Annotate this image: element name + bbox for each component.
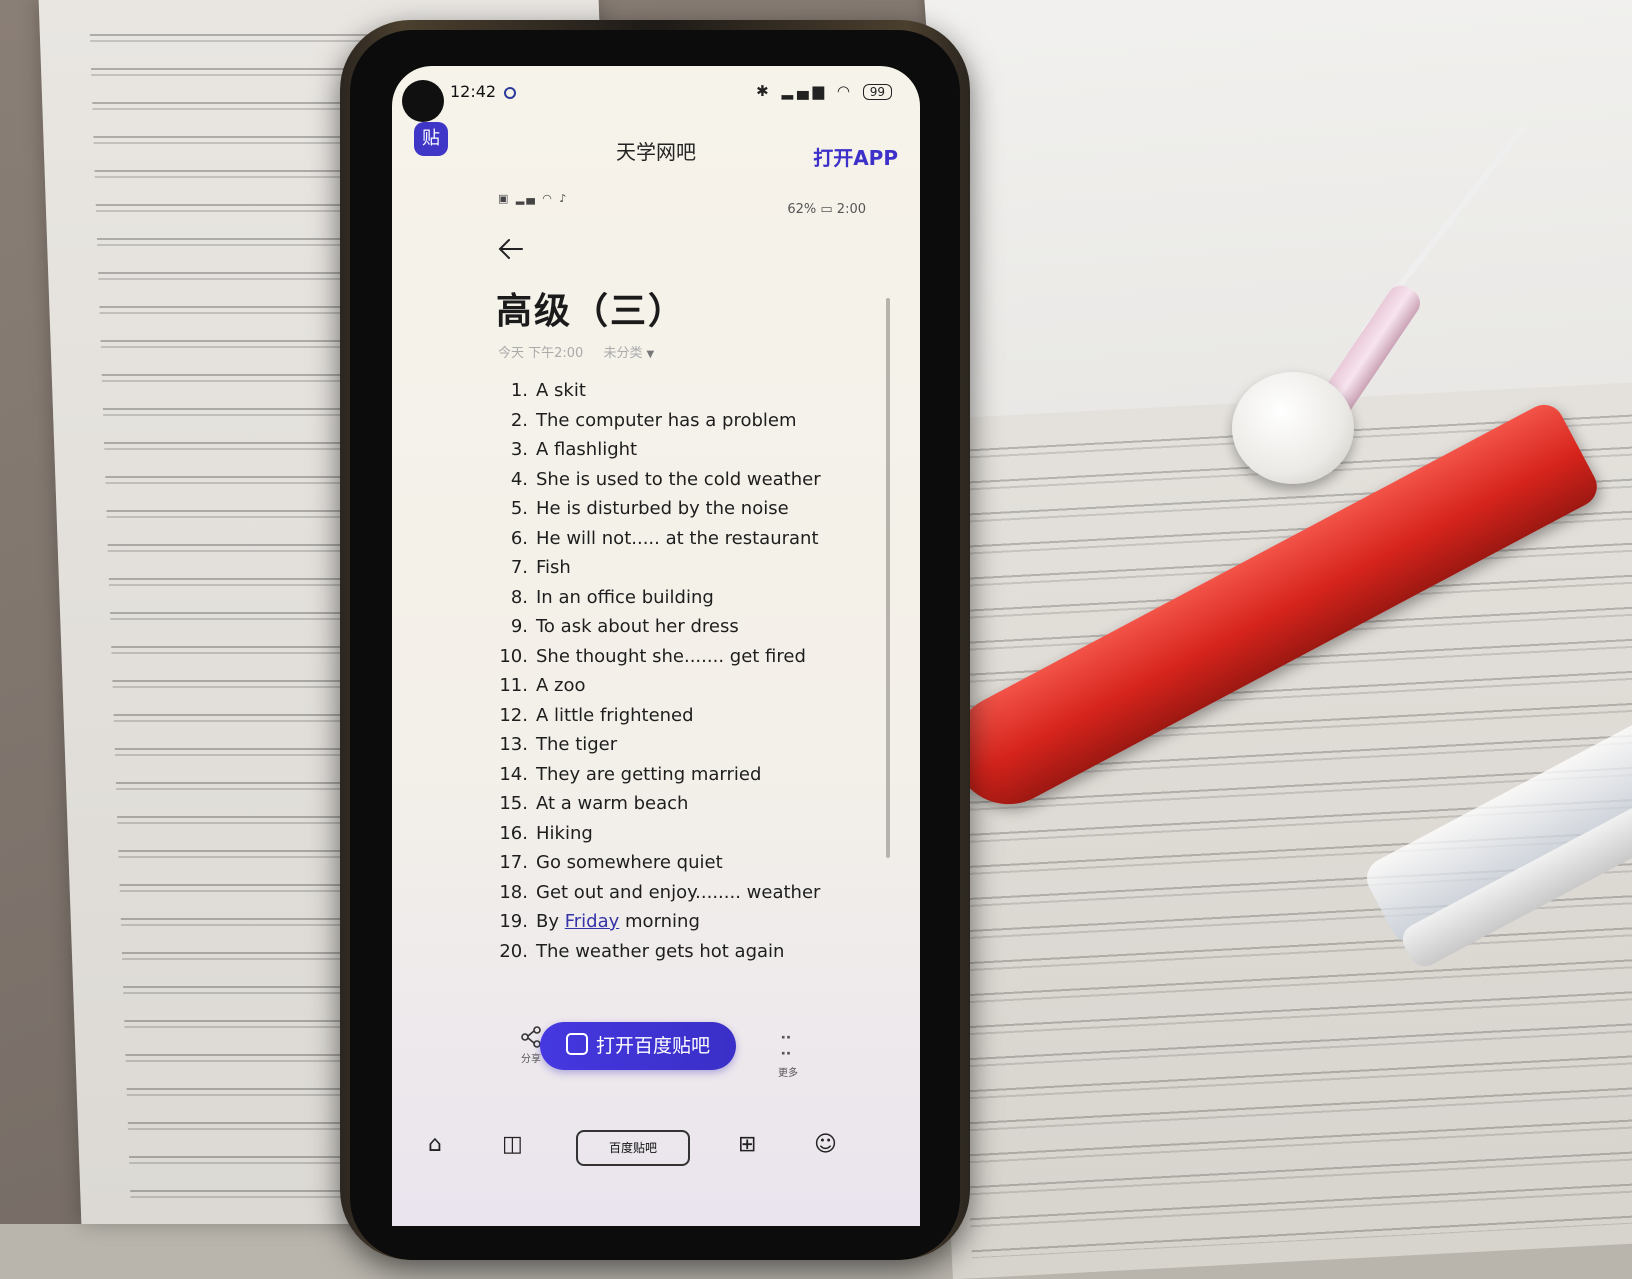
bluetooth-icon: ✱ [756,82,773,100]
list-item: 11. A zoo [499,675,586,696]
list-item: 14. They are getting married [499,763,762,785]
list-item: 19. By Friday morning [499,911,700,932]
note-category[interactable]: 未分类 ▼ [603,346,654,361]
list-item: 1. A skit [510,380,586,401]
wifi-icon: ◠ [836,82,854,100]
list-item: 13. The tiger [499,734,618,755]
earbud [1232,372,1354,484]
list-item: 20. The weather gets hot again [499,940,785,962]
apps-grid-icon[interactable]: ⊞ [738,1132,756,1157]
caret-down-icon: ▼ [646,349,655,360]
battery-icon: 99 [862,84,892,100]
friday-link[interactable]: Friday [565,911,620,932]
list-item: 18. Get out and enjoy........ weather [499,881,821,903]
status-icons: ✱ ▂▄▆ ◠ 99 [756,82,892,100]
inner-status-right: 62% ▭ 2:00 [787,202,866,217]
list-item: 6. He will not..... at the restaurant [510,527,819,549]
tab-icon[interactable]: ◫ [502,1132,523,1157]
notification-dot-icon [504,86,517,99]
list-item: 7. Fish [510,557,571,578]
list-item: 5. He is disturbed by the noise [510,498,789,519]
inner-battery-icon: ▭ [820,202,837,217]
note-date: 今天 下午2:00 [498,346,584,361]
list-item: 9. To ask about her dress [510,616,739,637]
list-item: 8. In an office building [510,586,714,608]
open-app-button[interactable]: 打开APP [813,142,898,171]
scrollbar[interactable] [886,298,890,858]
phone-screen: 12:42 ✱ ▂▄▆ ◠ 99 贴 天学网吧 打开APP ▣ ▂▄ ◠ ♪ 6… [392,66,920,1226]
signal-icon: ▂▄▆ [781,82,829,100]
list-item: 12. A little frightened [499,704,694,726]
list-item: 3. A flashlight [510,439,638,460]
list-item: 2. The computer has a problem [510,409,797,431]
note-meta: 今天 下午2:00 未分类 ▼ [498,342,654,361]
answer-list: 1. A skit 2. The computer has a problem 3.… [496,376,826,966]
list-item: 15. At a warm beach [499,793,689,814]
open-tieba-button[interactable]: 打开百度贴吧 [540,1022,736,1070]
nav-tieba-button[interactable]: 百度贴吧 [576,1130,690,1166]
home-icon[interactable]: ⌂ [428,1132,442,1157]
note-title: 高级（三） [496,291,687,332]
bottom-navbar: ⌂ ◫ 百度贴吧 ⊞ ☺ [392,1124,920,1174]
front-camera [402,80,444,122]
share-button[interactable]: 分享 [520,1026,542,1065]
list-item: 4. She is used to the cold weather [510,468,821,490]
tieba-icon [565,1033,588,1055]
share-icon [521,1026,541,1048]
list-item: 10. She thought she....... get fired [499,645,806,667]
list-item: 17. Go somewhere quiet [499,852,723,873]
status-time: 12:42 [450,82,517,101]
more-button[interactable]: ⠒ ⠒ 更多 [778,1029,798,1080]
message-icon[interactable]: ☺ [814,1132,837,1157]
inner-status-icons: ▣ ▂▄ ◠ ♪ [498,192,569,205]
list-item: 16. Hiking [499,822,593,844]
back-arrow-icon[interactable] [496,234,526,264]
more-dots-icon: ⠒ ⠒ [779,1029,797,1066]
